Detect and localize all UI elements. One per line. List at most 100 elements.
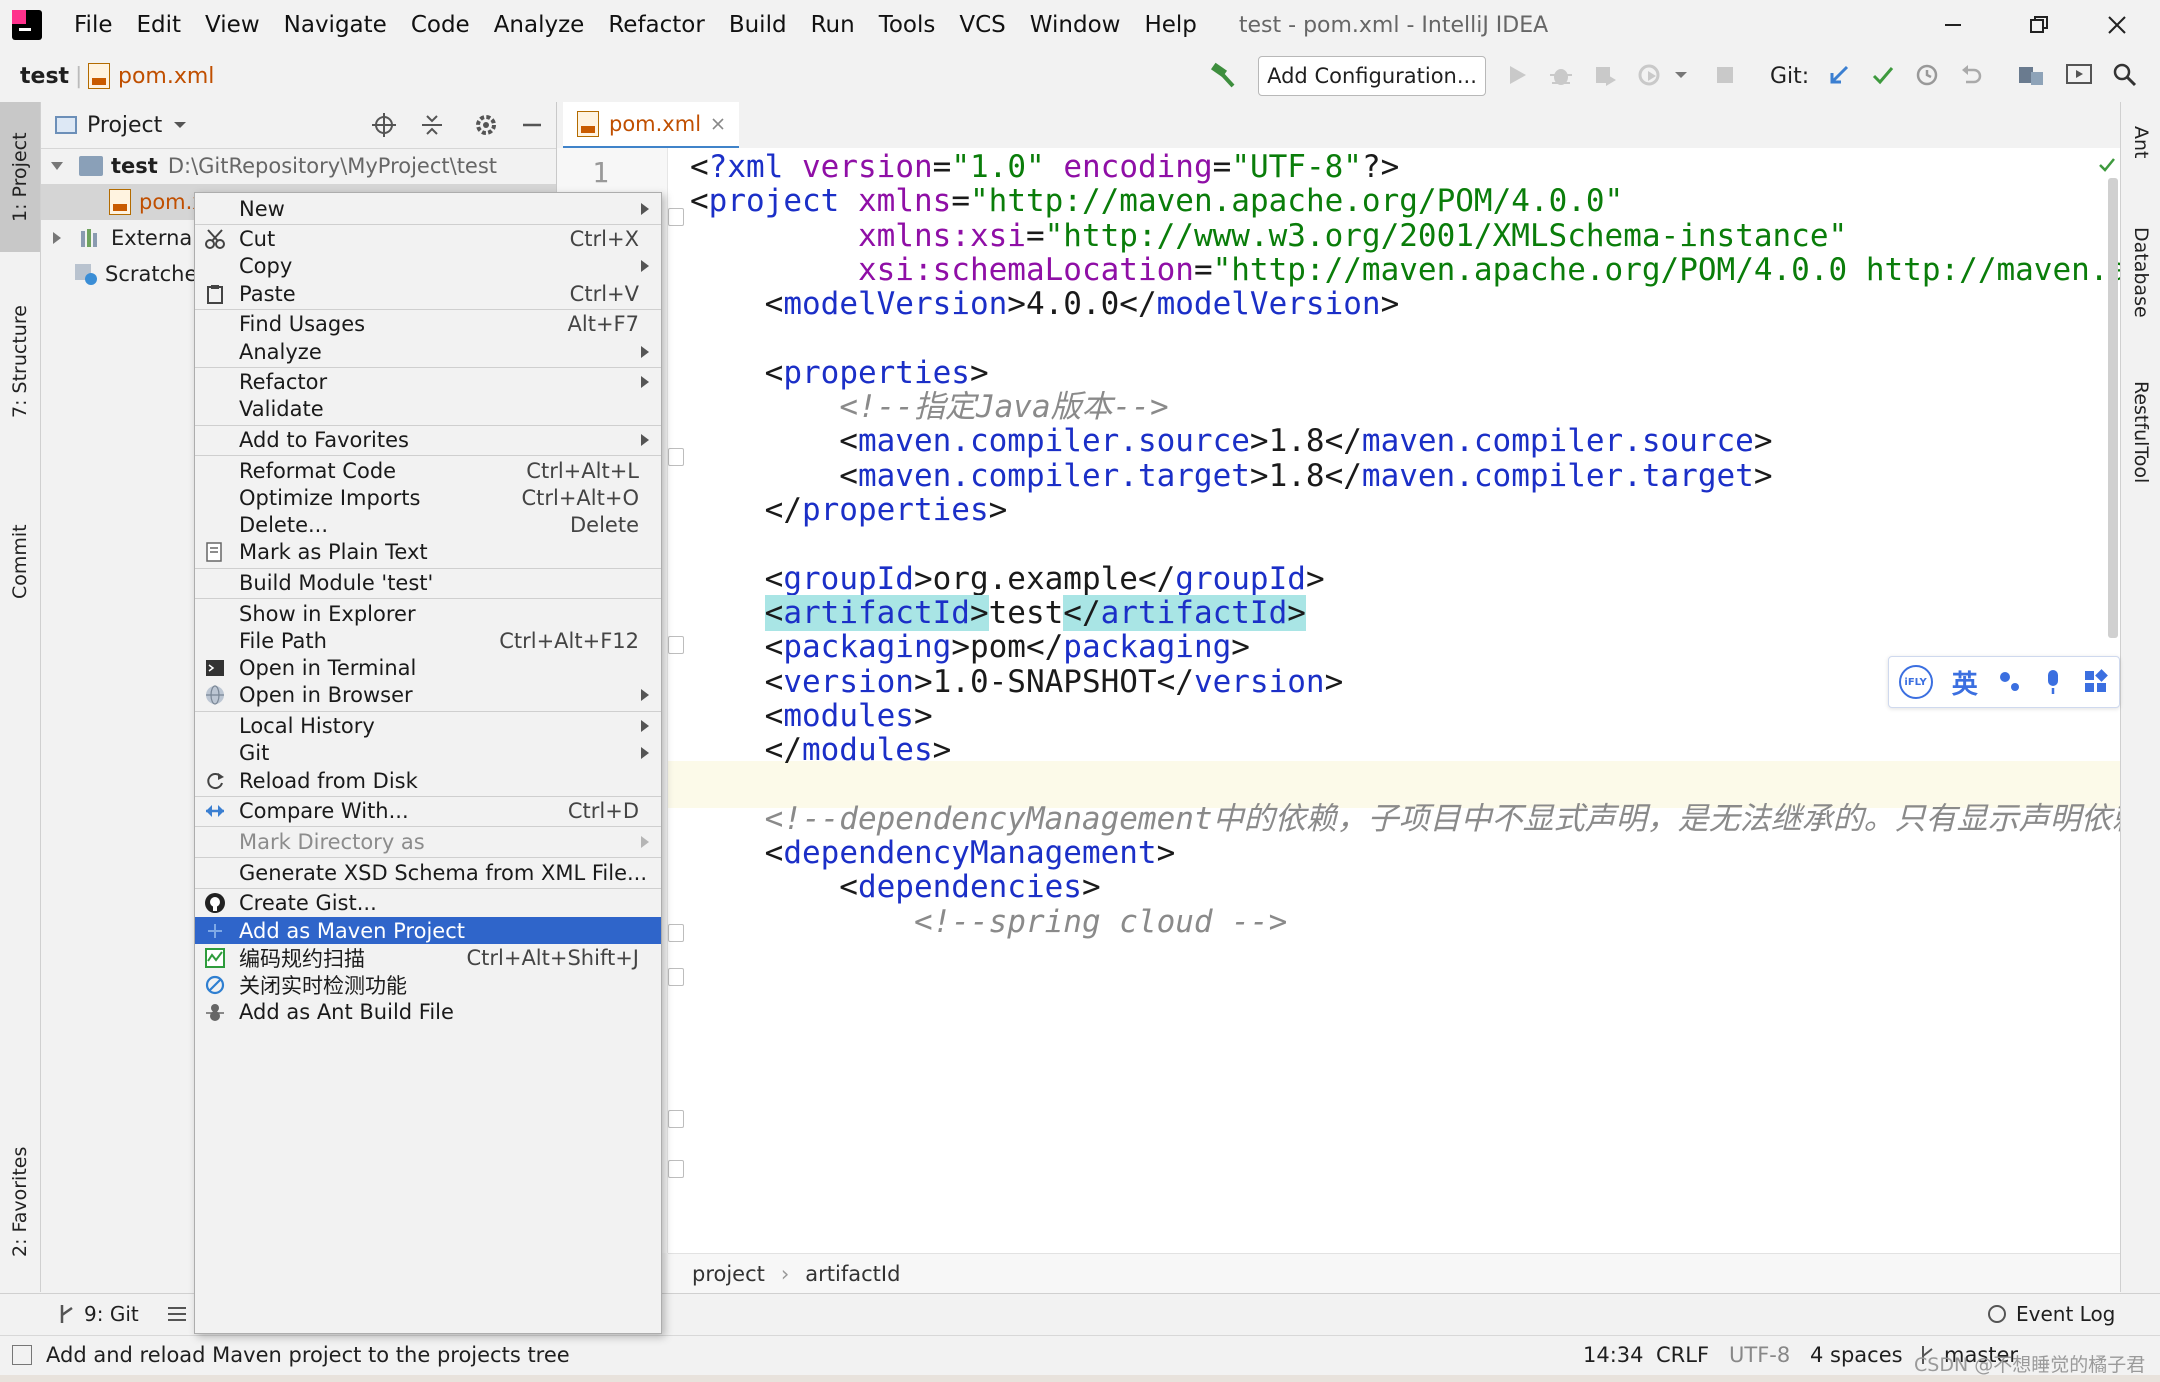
caret-position[interactable]: 14:34: [1583, 1343, 1644, 1367]
menu-tools[interactable]: Tools: [867, 12, 948, 38]
indent-setting[interactable]: 4 spaces: [1810, 1343, 1903, 1367]
menu-item-reformat-code[interactable]: Reformat Code Ctrl+Alt+L: [195, 457, 661, 484]
menu-item-mark-as-plain-text[interactable]: Mark as Plain Text: [195, 539, 661, 566]
menu-item-build-module-test[interactable]: Build Module 'test': [195, 570, 661, 597]
menu-item-reload-from-disk[interactable]: Reload from Disk: [195, 767, 661, 794]
menu-item-validate[interactable]: Validate: [195, 396, 661, 423]
menu-item-item-26[interactable]: 编码规约扫描 Ctrl+Alt+Shift+J: [195, 944, 661, 971]
hide-panel-icon[interactable]: [519, 112, 545, 138]
tool-tab-ant[interactable]: Ant: [2121, 102, 2160, 182]
fold-marker-icon[interactable]: [668, 448, 684, 466]
fold-marker-icon[interactable]: [668, 1110, 684, 1128]
tree-node-test-root[interactable]: test D:\GitRepository\MyProject\test: [41, 148, 556, 184]
menu-item-file-path[interactable]: File Path Ctrl+Alt+F12: [195, 628, 661, 655]
fold-marker-icon[interactable]: [668, 968, 684, 986]
line-separator[interactable]: CRLF: [1656, 1343, 1709, 1367]
tool-tab-project[interactable]: 1: Project: [0, 102, 40, 252]
menu-build[interactable]: Build: [717, 12, 799, 38]
menu-file[interactable]: File: [62, 12, 125, 38]
run-icon[interactable]: [1502, 60, 1532, 90]
editor-tab-pom[interactable]: pom.xml: [563, 102, 740, 150]
locate-file-icon[interactable]: [371, 112, 397, 138]
build-hammer-icon[interactable]: [1208, 60, 1238, 90]
chevron-down-icon[interactable]: [172, 117, 188, 133]
menu-item-add-as-ant-build-file[interactable]: Add as Ant Build File: [195, 999, 661, 1026]
tool-tab-favorites[interactable]: 2: Favorites: [0, 1122, 40, 1282]
menu-edit[interactable]: Edit: [125, 12, 194, 38]
stop-icon[interactable]: [1710, 60, 1740, 90]
menu-item-new[interactable]: New: [195, 195, 661, 222]
menu-item-delete[interactable]: Delete... Delete: [195, 512, 661, 539]
tool-tab-commit[interactable]: Commit: [0, 472, 40, 652]
nav-file-crumb[interactable]: pom.xml: [88, 50, 214, 102]
inspection-ok-check-icon[interactable]: [2098, 156, 2116, 174]
tool-windows-list-icon[interactable]: [166, 1304, 188, 1324]
menu-item-item-27[interactable]: 关闭实时检测功能: [195, 971, 661, 998]
profile-dropdown-icon[interactable]: [1666, 60, 1696, 90]
menu-item-copy[interactable]: Copy: [195, 253, 661, 280]
debug-icon[interactable]: [1546, 60, 1576, 90]
menu-analyze[interactable]: Analyze: [482, 12, 597, 38]
tool-tab-database[interactable]: Database: [2121, 202, 2160, 342]
tree-collapsed-arrow-icon[interactable]: [49, 230, 65, 246]
menu-item-analyze[interactable]: Analyze: [195, 338, 661, 365]
menu-item-generate-xsd-schema-from-xml-file[interactable]: Generate XSD Schema from XML File...: [195, 859, 661, 886]
menu-navigate[interactable]: Navigate: [272, 12, 399, 38]
menu-item-compare-with[interactable]: Compare With... Ctrl+D: [195, 798, 661, 825]
menu-item-local-history[interactable]: Local History: [195, 713, 661, 740]
menu-item-cut[interactable]: Cut Ctrl+X: [195, 226, 661, 253]
gear-icon[interactable]: [473, 112, 499, 138]
menu-item-paste[interactable]: Paste Ctrl+V: [195, 280, 661, 307]
status-toggle-icon[interactable]: [12, 1345, 32, 1365]
menu-run[interactable]: Run: [799, 12, 867, 38]
menu-help[interactable]: Help: [1132, 12, 1208, 38]
menu-refactor[interactable]: Refactor: [596, 12, 716, 38]
restore-button[interactable]: [1996, 0, 2082, 50]
fold-marker-icon[interactable]: [668, 636, 684, 654]
search-everywhere-icon[interactable]: [2110, 60, 2140, 90]
nav-project-crumb[interactable]: test: [20, 50, 69, 102]
project-view-selector[interactable]: Project: [87, 113, 162, 138]
coverage-icon[interactable]: [1590, 60, 1620, 90]
ime-apps-grid-icon[interactable]: [2083, 669, 2109, 695]
fold-marker-icon[interactable]: [668, 924, 684, 942]
editor-vertical-scrollbar[interactable]: [2108, 178, 2118, 638]
tool-tab-git[interactable]: 9: Git: [56, 1302, 139, 1326]
menu-item-git[interactable]: Git: [195, 740, 661, 767]
git-history-icon[interactable]: [1912, 60, 1942, 90]
menu-item-open-in-terminal[interactable]: Open in Terminal: [195, 655, 661, 682]
ime-punctuation-icon[interactable]: [1997, 669, 2023, 695]
menu-item-refactor[interactable]: Refactor: [195, 369, 661, 396]
microphone-icon[interactable]: [2042, 668, 2064, 696]
menu-item-find-usages[interactable]: Find Usages Alt+F7: [195, 311, 661, 338]
tool-tab-structure[interactable]: 7: Structure: [0, 262, 40, 462]
menu-item-create-gist[interactable]: Create Gist...: [195, 890, 661, 917]
tree-expanded-arrow-icon[interactable]: [49, 158, 65, 174]
project-structure-icon[interactable]: [2016, 60, 2046, 90]
minimize-button[interactable]: [1910, 0, 1996, 50]
ifly-logo-icon[interactable]: iFLY: [1898, 665, 1933, 699]
menu-window[interactable]: Window: [1018, 12, 1133, 38]
menu-item-show-in-explorer[interactable]: Show in Explorer: [195, 600, 661, 627]
fold-marker-icon[interactable]: [668, 208, 684, 226]
breadcrumb-artifactid[interactable]: artifactId: [805, 1262, 900, 1286]
git-commit-check-icon[interactable]: [1868, 60, 1898, 90]
add-configuration-button[interactable]: Add Configuration...: [1258, 56, 1486, 96]
git-rollback-icon[interactable]: [1956, 60, 1986, 90]
event-log-button[interactable]: Event Log: [1986, 1302, 2115, 1326]
profile-icon[interactable]: [1634, 60, 1664, 90]
breadcrumb-project[interactable]: project: [692, 1262, 765, 1286]
close-tab-icon[interactable]: [711, 117, 725, 131]
git-update-icon[interactable]: [1824, 60, 1854, 90]
menu-view[interactable]: View: [193, 12, 272, 38]
menu-code[interactable]: Code: [399, 12, 482, 38]
menu-item-add-as-maven-project[interactable]: Add as Maven Project: [195, 917, 661, 945]
presentation-mode-icon[interactable]: [2064, 60, 2094, 90]
ime-language-toggle[interactable]: 英: [1952, 664, 1978, 701]
menu-item-optimize-imports[interactable]: Optimize Imports Ctrl+Alt+O: [195, 485, 661, 512]
menu-item-add-to-favorites[interactable]: Add to Favorites: [195, 427, 661, 454]
file-encoding[interactable]: UTF-8: [1729, 1343, 1790, 1367]
tool-tab-restfultool[interactable]: RestfulTool: [2121, 352, 2160, 512]
fold-marker-icon[interactable]: [668, 1160, 684, 1178]
menu-vcs[interactable]: VCS: [947, 12, 1017, 38]
